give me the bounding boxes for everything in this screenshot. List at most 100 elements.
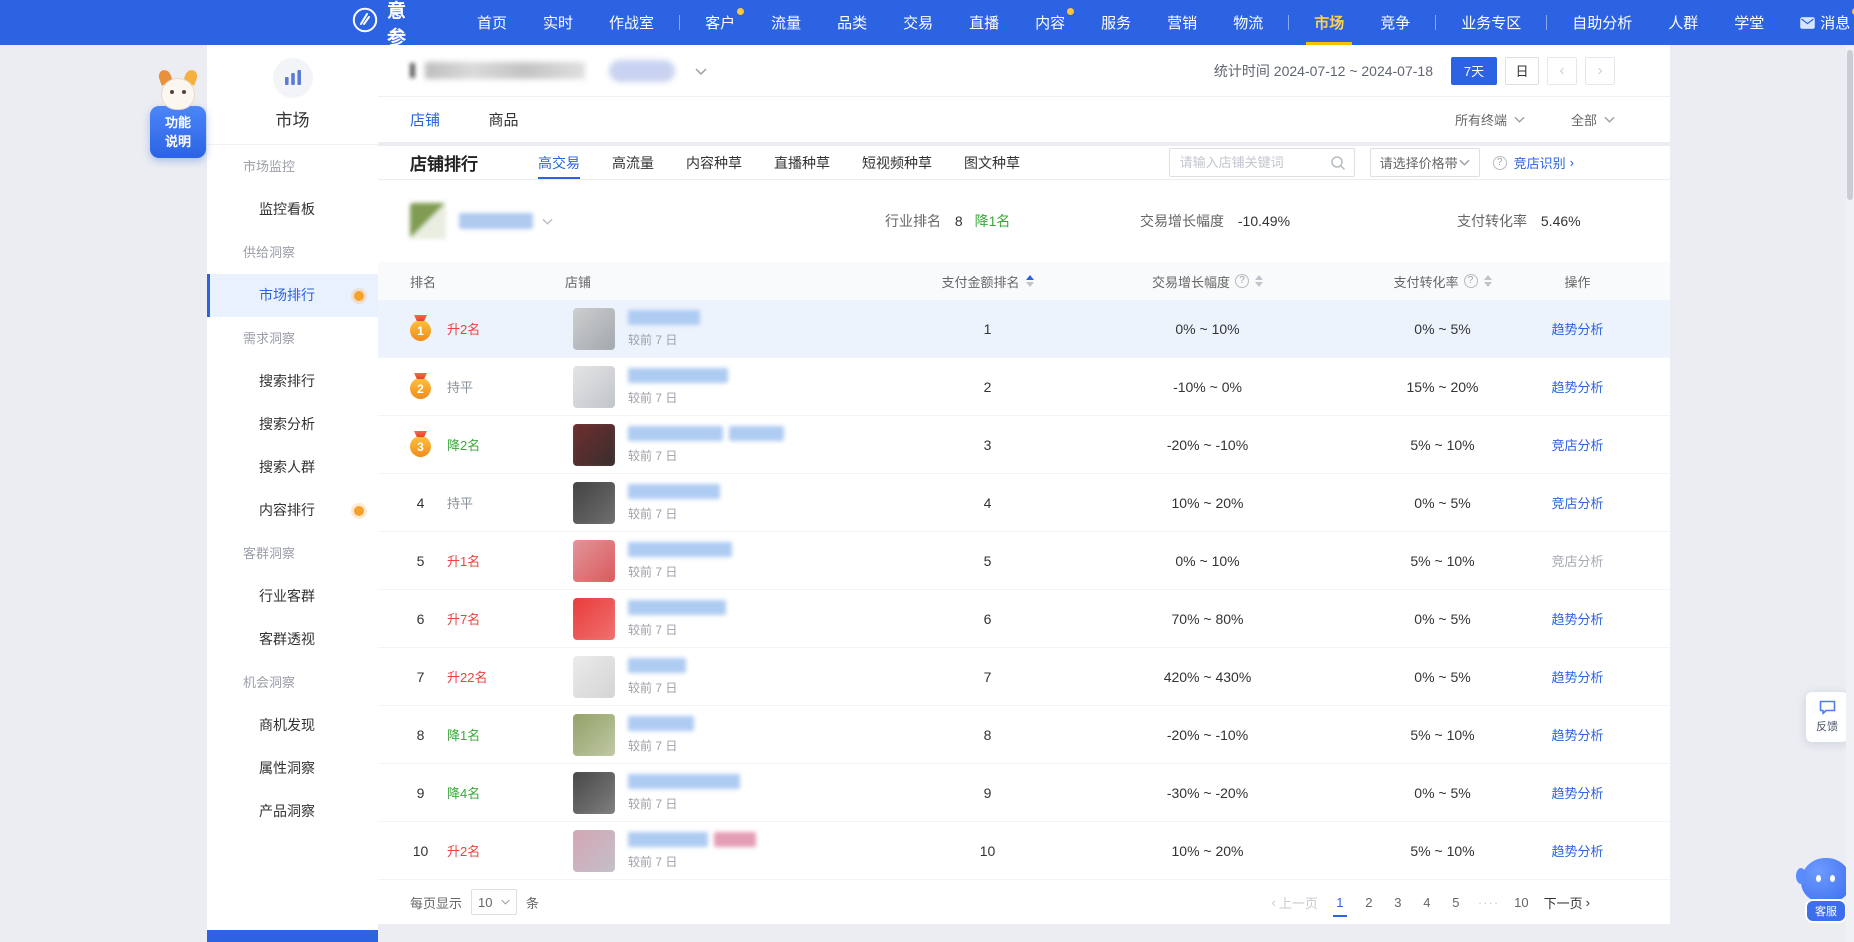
help-question-icon[interactable]: ? <box>1493 156 1507 170</box>
nav-item-品类[interactable]: 品类 <box>819 0 885 45</box>
sidebar-item-监控看板[interactable]: 监控看板 <box>207 188 378 231</box>
tab-shop[interactable]: 店铺 <box>410 112 440 129</box>
action-link-趋势分析[interactable]: 趋势分析 <box>1545 377 1610 396</box>
growth-stat: 交易增长幅度 -10.49% <box>1140 211 1290 231</box>
nav-item-首页[interactable]: 首页 <box>459 0 525 45</box>
feedback-button[interactable]: 反馈 <box>1806 692 1848 742</box>
nav-item-消息[interactable]: 消息 <box>1782 0 1854 45</box>
shop-cell[interactable]: 较前 7 日 <box>565 540 900 582</box>
shop-cell[interactable]: 较前 7 日 <box>565 482 900 524</box>
sidebar-item-产品洞察[interactable]: 产品洞察 <box>207 790 378 833</box>
page-button-1[interactable]: 1 <box>1333 895 1347 910</box>
nav-item-实时[interactable]: 实时 <box>525 0 591 45</box>
sidebar-collapse-bar[interactable] <box>207 930 378 942</box>
nav-item-营销[interactable]: 营销 <box>1149 0 1215 45</box>
shop-cell[interactable]: 较前 7 日 <box>565 424 900 466</box>
nav-item-流量[interactable]: 流量 <box>753 0 819 45</box>
help-question-icon[interactable]: ? <box>1235 274 1249 288</box>
sidebar-item-内容排行[interactable]: 内容排行 <box>207 489 378 532</box>
action-link-竞店分析[interactable]: 竞店分析 <box>1545 493 1610 512</box>
page-button-3[interactable]: 3 <box>1391 895 1405 910</box>
brand[interactable]: 生意参谋 <box>352 0 407 77</box>
date-prev-button[interactable]: ‹ <box>1547 57 1577 85</box>
subtab-短视频种草[interactable]: 短视频种草 <box>862 146 932 179</box>
nav-item-交易[interactable]: 交易 <box>885 0 951 45</box>
nav-item-服务[interactable]: 服务 <box>1083 0 1149 45</box>
chevron-down-icon <box>542 212 553 230</box>
nav-item-竞争[interactable]: 竞争 <box>1362 0 1428 45</box>
page-button-last[interactable]: 10 <box>1514 895 1528 910</box>
help-question-icon[interactable]: ? <box>1464 274 1478 288</box>
shop-cell[interactable]: 较前 7 日 <box>565 308 900 350</box>
nav-item-客户[interactable]: 客户 <box>687 0 753 45</box>
my-shop-selector[interactable] <box>410 203 553 239</box>
page-size-select[interactable]: 10 <box>471 889 517 915</box>
conversion-value: 5% ~ 10% <box>1340 553 1545 569</box>
range-7d-button[interactable]: 7天 <box>1451 57 1497 85</box>
sidebar-item-客群透视[interactable]: 客群透视 <box>207 618 378 661</box>
action-link-趋势分析[interactable]: 趋势分析 <box>1545 841 1610 860</box>
sidebar-item-行业客群[interactable]: 行业客群 <box>207 575 378 618</box>
category-selector[interactable] <box>410 60 707 82</box>
nav-item-物流[interactable]: 物流 <box>1215 0 1281 45</box>
sidebar-item-商机发现[interactable]: 商机发现 <box>207 704 378 747</box>
page-scrollbar-thumb[interactable] <box>1847 50 1853 200</box>
sort-icon[interactable] <box>1026 275 1034 287</box>
subtab-内容种草[interactable]: 内容种草 <box>686 146 742 179</box>
prev-page-button[interactable]: ‹ 上一页 <box>1271 893 1317 912</box>
page-button-2[interactable]: 2 <box>1362 895 1376 910</box>
nav-item-人群[interactable]: 人群 <box>1650 0 1716 45</box>
price-band-dropdown[interactable]: 请选择价格带 <box>1370 148 1480 177</box>
nav-item-业务专区[interactable]: 业务专区 <box>1443 0 1539 45</box>
shop-cell[interactable]: 较前 7 日 <box>565 366 900 408</box>
nav-item-自助分析[interactable]: 自助分析 <box>1554 0 1650 45</box>
tab-product[interactable]: 商品 <box>488 112 518 129</box>
shop-cell[interactable]: 较前 7 日 <box>565 830 900 872</box>
range-day-button[interactable]: 日 <box>1505 57 1539 85</box>
subtab-高交易[interactable]: 高交易 <box>538 146 580 179</box>
scope-filter-dropdown[interactable]: 全部 <box>1571 110 1615 129</box>
shop-cell[interactable]: 较前 7 日 <box>565 598 900 640</box>
sort-icon[interactable] <box>1255 275 1263 287</box>
sidebar-item-市场排行[interactable]: 市场排行 <box>207 274 378 317</box>
action-link-竞店分析[interactable]: 竞店分析 <box>1545 435 1610 454</box>
terminal-filter-dropdown[interactable]: 所有终端 <box>1455 110 1525 129</box>
nav-item-label: 营销 <box>1167 12 1197 33</box>
nav-item-作战室[interactable]: 作战室 <box>591 0 672 45</box>
competitor-identify-link[interactable]: 竞店识别 › <box>1514 153 1574 172</box>
nav-item-市场[interactable]: 市场 <box>1296 0 1362 45</box>
search-icon[interactable] <box>1330 155 1346 176</box>
next-page-button[interactable]: 下一页 › <box>1544 893 1590 912</box>
sidebar-item-搜索分析[interactable]: 搜索分析 <box>207 403 378 446</box>
shop-name-blurred <box>628 832 708 847</box>
shop-cell[interactable]: 较前 7 日 <box>565 656 900 698</box>
action-link-趋势分析[interactable]: 趋势分析 <box>1545 783 1610 802</box>
sidebar-item-搜索人群[interactable]: 搜索人群 <box>207 446 378 489</box>
action-link-趋势分析[interactable]: 趋势分析 <box>1545 609 1610 628</box>
date-next-button[interactable]: › <box>1585 57 1615 85</box>
sidebar-item-属性洞察[interactable]: 属性洞察 <box>207 747 378 790</box>
shop-cell[interactable]: 较前 7 日 <box>565 714 900 756</box>
sort-icon[interactable] <box>1484 275 1492 287</box>
page-button-5[interactable]: 5 <box>1449 895 1463 910</box>
action-link-趋势分析[interactable]: 趋势分析 <box>1545 319 1610 338</box>
action-link-趋势分析[interactable]: 趋势分析 <box>1545 725 1610 744</box>
shop-search-input[interactable] <box>1170 149 1354 176</box>
my-shop-logo-blurred <box>410 203 446 239</box>
action-link-趋势分析[interactable]: 趋势分析 <box>1545 667 1610 686</box>
nav-item-内容[interactable]: 内容 <box>1017 0 1083 45</box>
nav-item-直播[interactable]: 直播 <box>951 0 1017 45</box>
shop-cell[interactable]: 较前 7 日 <box>565 772 900 814</box>
subtab-图文种草[interactable]: 图文种草 <box>964 146 1020 179</box>
my-shop-name-blurred <box>459 213 533 229</box>
ranking-tools: 请选择价格带 ? 竞店识别 › <box>1169 148 1574 177</box>
subtab-高流量[interactable]: 高流量 <box>612 146 654 179</box>
subtab-直播种草[interactable]: 直播种草 <box>774 146 830 179</box>
page-button-4[interactable]: 4 <box>1420 895 1434 910</box>
conversion-value: 5% ~ 10% <box>1340 437 1545 453</box>
chevron-down-icon <box>1459 159 1470 166</box>
nav-item-学堂[interactable]: 学堂 <box>1716 0 1782 45</box>
feature-help-badge[interactable]: 功能 说明 <box>149 72 207 158</box>
sidebar-item-label: 客群透视 <box>259 631 315 647</box>
sidebar-item-搜索排行[interactable]: 搜索排行 <box>207 360 378 403</box>
